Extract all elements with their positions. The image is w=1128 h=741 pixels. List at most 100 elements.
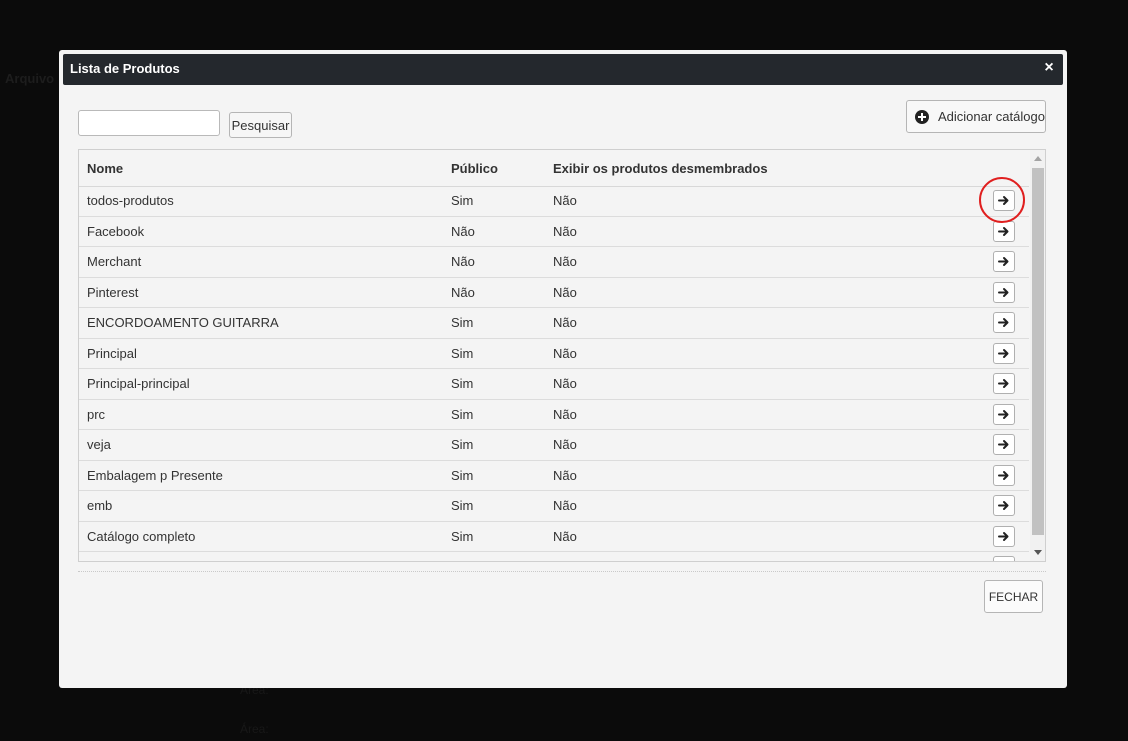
open-catalog-button[interactable]	[993, 464, 1015, 486]
open-catalog-button[interactable]	[993, 495, 1015, 516]
table-row: Principal-principal Sim Não	[79, 369, 1029, 400]
cell-show-unbundled: Não	[553, 315, 577, 330]
product-list-modal: Lista de Produtos × Pesquisar Adicionar …	[59, 50, 1067, 688]
background-text: Arquivo	[5, 71, 55, 86]
cell-name: Catálogo completo	[87, 528, 196, 544]
cell-public: Sim	[451, 467, 474, 483]
table-row: prc Sim Não	[79, 400, 1029, 430]
modal-header: Lista de Produtos ×	[63, 54, 1063, 85]
scroll-up-icon[interactable]	[1034, 156, 1042, 161]
arrow-right-icon	[998, 379, 1009, 388]
scroll-down-icon[interactable]	[1034, 550, 1042, 555]
table-scrollbar[interactable]	[1030, 150, 1045, 561]
header-name: Nome	[87, 161, 124, 176]
arrow-right-icon	[998, 409, 1009, 419]
header-show-unbundled: Exibir os produtos desmembrados	[553, 161, 768, 176]
table-row: veja Sim Não	[79, 430, 1029, 461]
arrow-right-icon	[998, 501, 1009, 510]
cell-public: Sim	[451, 498, 474, 513]
cell-name: Pinterest	[87, 284, 139, 300]
open-catalog-button[interactable]	[993, 434, 1015, 455]
background-text: Área:	[240, 722, 269, 736]
table-row: Facebook Não Não	[79, 217, 1029, 247]
table-row: Pinterest Não Não	[79, 278, 1029, 308]
cell-show-unbundled: Não	[553, 437, 577, 452]
open-catalog-button[interactable]	[993, 403, 1015, 425]
cell-public: Sim	[451, 376, 474, 391]
arrow-right-icon	[998, 257, 1009, 266]
table-row: ENCORDOAMENTO GUITARRA Sim Não	[79, 308, 1029, 339]
arrow-right-icon	[998, 318, 1009, 327]
table-row: emb Sim Não	[79, 491, 1029, 522]
cell-show-unbundled: Não	[553, 193, 577, 208]
modal-close-button[interactable]: ×	[1041, 59, 1057, 77]
arrow-right-icon	[998, 196, 1009, 205]
open-catalog-button[interactable]	[993, 342, 1015, 364]
header-public: Público	[451, 161, 498, 176]
cell-public: Sim	[451, 528, 474, 544]
arrow-right-icon	[998, 561, 1010, 562]
scrollbar-thumb[interactable]	[1032, 168, 1044, 535]
cell-name: prc	[87, 406, 106, 422]
cell-public: Sim	[451, 345, 474, 361]
arrow-right-icon	[998, 348, 1009, 358]
table-body: todos-produtos Sim Não Facebook Não Não Mercha…	[79, 186, 1029, 562]
open-catalog-button[interactable]	[993, 525, 1015, 547]
cell-name: testefeed	[87, 559, 141, 561]
cell-public: Não	[451, 254, 475, 269]
cell-public: Sim	[451, 406, 474, 422]
cell-show-unbundled: Não	[553, 345, 577, 361]
cell-show-unbundled: Não	[553, 528, 577, 544]
add-catalog-button[interactable]: Adicionar catálogo	[906, 100, 1046, 133]
arrow-right-icon	[998, 531, 1009, 541]
open-catalog-button[interactable]	[993, 556, 1015, 562]
table-row: Catálogo completo Sim Não	[79, 522, 1029, 552]
open-catalog-button[interactable]	[993, 220, 1015, 242]
arrow-right-icon	[998, 226, 1009, 236]
table-row: todos-produtos Sim Não	[79, 186, 1029, 217]
cell-show-unbundled: Não	[553, 376, 577, 391]
cell-name: todos-produtos	[87, 193, 174, 208]
cell-show-unbundled: Não	[553, 559, 577, 561]
cell-show-unbundled: Não	[553, 467, 577, 483]
fechar-button[interactable]: FECHAR	[984, 580, 1043, 613]
open-catalog-button[interactable]	[993, 190, 1015, 211]
arrow-right-icon	[998, 440, 1009, 449]
cell-public: Sim	[451, 559, 473, 561]
add-catalog-label: Adicionar catálogo	[938, 109, 1045, 124]
cell-show-unbundled: Não	[553, 254, 577, 269]
table-row: testefeed Sim Não	[79, 552, 1029, 562]
cell-public: Sim	[451, 437, 474, 452]
cell-public: Não	[451, 284, 475, 300]
cell-show-unbundled: Não	[553, 498, 577, 513]
cell-show-unbundled: Não	[553, 284, 577, 300]
table-row: Principal Sim Não	[79, 339, 1029, 369]
open-catalog-button[interactable]	[993, 373, 1015, 394]
cell-public: Não	[451, 223, 475, 239]
search-input[interactable]	[78, 110, 220, 136]
arrow-right-icon	[998, 287, 1009, 297]
cell-name: ENCORDOAMENTO GUITARRA	[87, 315, 279, 330]
arrow-right-icon	[998, 470, 1009, 480]
plus-circle-icon	[915, 109, 929, 124]
cell-name: Principal-principal	[87, 376, 190, 391]
cell-name: veja	[87, 437, 111, 452]
cell-show-unbundled: Não	[553, 223, 577, 239]
modal-title: Lista de Produtos	[70, 61, 180, 76]
cell-name: Merchant	[87, 254, 142, 269]
cell-name: Principal	[87, 345, 137, 361]
cell-name: Facebook	[87, 223, 145, 239]
cell-name: Embalagem p Presente	[87, 467, 223, 483]
catalog-table: Nome Público Exibir os produtos desmembr…	[78, 149, 1046, 562]
cell-show-unbundled: Não	[553, 406, 577, 422]
cell-name: emb	[87, 498, 113, 513]
open-catalog-button[interactable]	[993, 251, 1015, 272]
open-catalog-button[interactable]	[993, 312, 1015, 333]
open-catalog-button[interactable]	[993, 281, 1015, 303]
cell-public: Sim	[451, 315, 474, 330]
table-row: Merchant Não Não	[79, 247, 1029, 278]
search-button[interactable]: Pesquisar	[229, 112, 292, 138]
footer-divider	[78, 571, 1046, 572]
table-row: Embalagem p Presente Sim Não	[79, 461, 1029, 491]
cell-public: Sim	[451, 193, 474, 208]
